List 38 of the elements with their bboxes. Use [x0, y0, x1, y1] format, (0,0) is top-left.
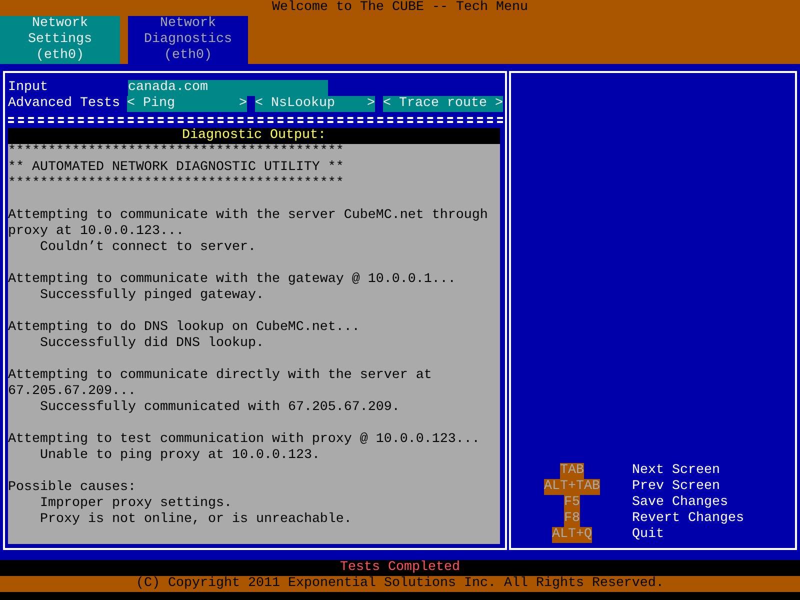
- key-action: Revert Changes: [632, 511, 744, 527]
- test-button[interactable]: < NsLookup >: [255, 96, 375, 112]
- banner-line: ******************************************: [8, 144, 345, 160]
- output-message: Attempting to communicate with the gateway @ 10.0.0.1...: [8, 272, 457, 288]
- window-title: Welcome to The CUBE -- Tech Menu: [0, 0, 800, 16]
- input-label: Input: [8, 80, 49, 96]
- output-message: Attempting to communicate with the server CubeMC.net through proxy at 10.0.0.123...: [8, 208, 489, 240]
- tab[interactable]: Network Settings (eth0): [0, 16, 120, 64]
- output-message: Possible causes:: [8, 480, 137, 496]
- output-detail: Couldn’t connect to server.: [39, 240, 257, 256]
- key-label: F8: [564, 511, 580, 527]
- input-field[interactable]: canada.com: [128, 80, 328, 96]
- key-label: ALT+TAB: [544, 479, 600, 495]
- key-label: ALT+Q: [552, 527, 592, 543]
- output-message: Attempting to communicate directly with the server at 67.205.67.209...: [8, 368, 433, 400]
- test-button[interactable]: < Trace route >: [383, 96, 503, 112]
- output-detail: Successfully pinged gateway.: [39, 288, 265, 304]
- output-heading: Diagnostic Output:: [8, 128, 500, 144]
- output-detail: Successfully communicated with 67.205.67.209.: [39, 400, 401, 416]
- key-label: TAB: [560, 463, 584, 479]
- test-button[interactable]: < Ping >: [127, 96, 247, 112]
- key-action: Next Screen: [632, 463, 720, 479]
- copyright-text: (C) Copyright 2011 Exponential Solutions Inc. All Rights Reserved.: [0, 576, 800, 592]
- tests-label: Advanced Tests: [8, 96, 121, 112]
- output-detail: Proxy is not online, or is unreachable.: [39, 512, 353, 528]
- key-action: Save Changes: [632, 495, 728, 511]
- key-action: Prev Screen: [632, 479, 720, 495]
- banner-line: ** AUTOMATED NETWORK DIAGNOSTIC UTILITY **: [8, 160, 345, 176]
- output-message: Attempting to do DNS lookup on CubeMC.net...: [8, 320, 361, 336]
- key-label: F5: [564, 495, 580, 511]
- output-message: Attempting to test communication with proxy @ 10.0.0.123...: [8, 432, 481, 448]
- banner-line: ******************************************: [8, 176, 345, 192]
- key-action: Quit: [632, 527, 664, 543]
- output-detail: Successfully did DNS lookup.: [39, 336, 265, 352]
- tab[interactable]: Network Diagnostics (eth0): [128, 16, 248, 64]
- output-detail: Improper proxy settings.: [39, 496, 233, 512]
- status-message: Tests Completed: [339, 560, 461, 576]
- output-detail: Unable to ping proxy at 10.0.0.123.: [39, 448, 321, 464]
